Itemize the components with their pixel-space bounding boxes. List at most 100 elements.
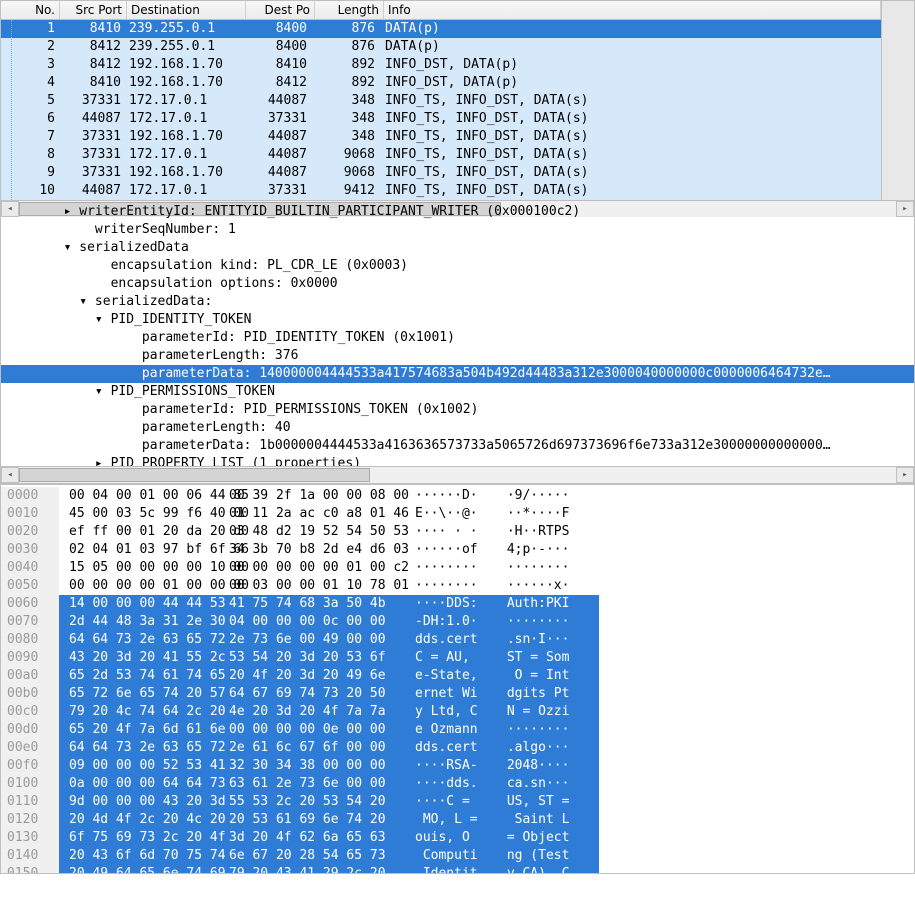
hex-row[interactable]: 009043 20 3d 20 41 55 2c 2053 54 20 3d 2… <box>1 649 599 667</box>
tree-item[interactable]: ▾ PID_IDENTITY_TOKEN <box>1 311 914 329</box>
hex-row[interactable]: 00f009 00 00 00 52 53 41 2d32 30 34 38 0… <box>1 757 599 775</box>
packet-details-pane: ▸ writerEntityId: ENTITYID_BUILTIN_PARTI… <box>0 200 915 484</box>
tree-item[interactable]: encapsulation options: 0x0000 <box>1 275 914 293</box>
tree-item[interactable]: writerSeqNumber: 1 <box>1 221 914 239</box>
packet-details-tree[interactable]: ▸ writerEntityId: ENTITYID_BUILTIN_PARTI… <box>1 201 914 473</box>
packet-row[interactable]: 18410239.255.0.18400876DATA(p) <box>1 20 881 38</box>
col-info[interactable]: Info <box>384 1 881 19</box>
col-number[interactable]: No. <box>1 1 60 19</box>
col-dest-port[interactable]: Dest Po <box>246 1 315 19</box>
hex-row[interactable]: 00e064 64 73 2e 63 65 72 742e 61 6c 67 6… <box>1 739 599 757</box>
hex-ascii: e-State, <box>391 667 495 685</box>
hex-ascii: dds.cert <box>391 631 495 649</box>
packet-row[interactable]: 737331192.168.1.7044087348INFO_TS, INFO_… <box>1 128 881 146</box>
packet-row[interactable]: 537331172.17.0.144087348INFO_TS, INFO_DS… <box>1 92 881 110</box>
col-destination[interactable]: Destination <box>127 1 246 19</box>
hex-row[interactable]: 00702d 44 48 3a 31 2e 30 0004 00 00 00 0… <box>1 613 599 631</box>
hex-row[interactable]: 001045 00 03 5c 99 f6 40 0001 11 2a ac c… <box>1 505 599 523</box>
hex-offset: 00f0 <box>1 757 59 775</box>
hex-offset: 00e0 <box>1 739 59 757</box>
hex-row[interactable]: 00a065 2d 53 74 61 74 65 2c20 4f 20 3d 2… <box>1 667 599 685</box>
hex-row[interactable]: 003002 04 01 03 97 bf 6f 6634 3b 70 b8 2… <box>1 541 599 559</box>
packet-row[interactable]: 38412192.168.1.708410892INFO_DST, DATA(p… <box>1 56 881 74</box>
scroll-left-icon[interactable]: ◂ <box>1 467 19 483</box>
tree-item[interactable]: parameterLength: 40 <box>1 419 914 437</box>
hex-row[interactable]: 00c079 20 4c 74 64 2c 20 434e 20 3d 20 4… <box>1 703 599 721</box>
hex-bytes: 53 54 20 3d 20 53 6f 6d <box>225 649 391 667</box>
hex-row[interactable]: 014020 43 6f 6d 70 75 74 696e 67 20 28 5… <box>1 847 599 865</box>
hex-bytes: 9d 00 00 00 43 20 3d 20 <box>59 793 225 811</box>
hex-offset: 00c0 <box>1 703 59 721</box>
tree-item[interactable]: ▾ PID_PERMISSIONS_TOKEN <box>1 383 914 401</box>
packet-row[interactable]: 644087172.17.0.137331348INFO_TS, INFO_DS… <box>1 110 881 128</box>
packet-list-pane: No. Src Port Destination Dest Po Length … <box>0 0 915 200</box>
tree-item[interactable]: parameterData: 140000004444533a417574683… <box>1 365 914 383</box>
hex-row[interactable]: 0020ef ff 00 01 20 da 20 d003 48 d2 19 5… <box>1 523 599 541</box>
hex-offset: 0150 <box>1 865 59 874</box>
packet-list[interactable]: No. Src Port Destination Dest Po Length … <box>1 1 881 200</box>
hex-bytes: 65 72 6e 65 74 20 57 69 <box>59 685 225 703</box>
hex-bytes: 55 53 2c 20 53 54 20 3d <box>225 793 391 811</box>
hex-ascii: ····dds. <box>391 775 495 793</box>
tree-item[interactable]: parameterId: PID_IDENTITY_TOKEN (0x1001) <box>1 329 914 347</box>
hex-bytes: 2e 73 6e 00 49 00 00 00 <box>225 631 391 649</box>
packet-row[interactable]: 937331192.168.1.70440879068INFO_TS, INFO… <box>1 164 881 182</box>
hex-row[interactable]: 00d065 20 4f 7a 6d 61 6e 6e00 00 00 00 0… <box>1 721 599 739</box>
hex-row[interactable]: 01000a 00 00 00 64 64 73 2e63 61 2e 73 6… <box>1 775 599 793</box>
hex-bytes: 0a 00 00 00 64 64 73 2e <box>59 775 225 793</box>
hex-ascii: .algo··· <box>495 739 599 757</box>
col-length[interactable]: Length <box>315 1 384 19</box>
hex-row[interactable]: 00b065 72 6e 65 74 20 57 6964 67 69 74 7… <box>1 685 599 703</box>
hex-row[interactable]: 01109d 00 00 00 43 20 3d 2055 53 2c 20 5… <box>1 793 599 811</box>
details-hscroll[interactable]: ◂ ▸ <box>1 466 914 483</box>
col-src-port[interactable]: Src Port <box>60 1 127 19</box>
packet-list-body[interactable]: 18410239.255.0.18400876DATA(p)28412239.2… <box>1 20 881 200</box>
hex-offset: 0040 <box>1 559 59 577</box>
packet-list-vscroll[interactable] <box>881 1 914 200</box>
packet-row[interactable]: 1044087172.17.0.1373319412INFO_TS, INFO_… <box>1 182 881 200</box>
hex-row[interactable]: 000000 04 00 01 00 06 44 8500 39 2f 1a 0… <box>1 487 599 505</box>
hex-row[interactable]: 006014 00 00 00 44 44 53 3a41 75 74 68 3… <box>1 595 599 613</box>
tree-item[interactable]: encapsulation kind: PL_CDR_LE (0x0003) <box>1 257 914 275</box>
tree-item[interactable]: parameterData: 1b0000004444533a416363657… <box>1 437 914 455</box>
hex-row[interactable]: 005000 00 00 00 01 00 00 0000 03 00 00 0… <box>1 577 599 595</box>
hex-ascii: E··\··@· <box>391 505 495 523</box>
hex-offset: 0000 <box>1 487 59 505</box>
hex-row[interactable]: 01306f 75 69 73 2c 20 4f 203d 20 4f 62 6… <box>1 829 599 847</box>
hex-bytes: 43 20 3d 20 41 55 2c 20 <box>59 649 225 667</box>
hex-row[interactable]: 004015 05 00 00 00 00 10 0000 00 00 00 0… <box>1 559 599 577</box>
packet-list-header[interactable]: No. Src Port Destination Dest Po Length … <box>1 1 881 20</box>
hex-bytes: 14 00 00 00 44 44 53 3a <box>59 595 225 613</box>
hex-bytes: 79 20 43 41 29 2c 20 43 <box>225 865 391 874</box>
scroll-thumb[interactable] <box>19 468 370 482</box>
hex-ascii: Saint L <box>495 811 599 829</box>
packet-row[interactable]: 28412239.255.0.18400876DATA(p) <box>1 38 881 56</box>
hex-bytes: 3d 20 4f 62 6a 65 63 74 <box>225 829 391 847</box>
hex-offset: 0090 <box>1 649 59 667</box>
hex-offset: 0060 <box>1 595 59 613</box>
packet-row[interactable]: 48410192.168.1.708412892INFO_DST, DATA(p… <box>1 74 881 92</box>
hex-bytes: 6e 67 20 28 54 65 73 74 <box>225 847 391 865</box>
hex-offset: 0050 <box>1 577 59 595</box>
scroll-track[interactable] <box>19 468 896 482</box>
hex-ascii: MO, L = <box>391 811 495 829</box>
hex-ascii: 2048···· <box>495 757 599 775</box>
hex-bytes: 64 64 73 2e 63 65 72 74 <box>59 739 225 757</box>
tree-item[interactable]: parameterId: PID_PERMISSIONS_TOKEN (0x10… <box>1 401 914 419</box>
packet-row[interactable]: 837331172.17.0.1440879068INFO_TS, INFO_D… <box>1 146 881 164</box>
hex-row[interactable]: 015020 49 64 65 6e 74 69 7479 20 43 41 2… <box>1 865 599 874</box>
hex-row[interactable]: 012020 4d 4f 2c 20 4c 20 3d20 53 61 69 6… <box>1 811 599 829</box>
tree-item[interactable]: ▾ serializedData <box>1 239 914 257</box>
hex-ascii: y Ltd, C <box>391 703 495 721</box>
scroll-right-icon[interactable]: ▸ <box>896 467 914 483</box>
hex-ascii: e Ozmann <box>391 721 495 739</box>
hex-ascii: C = AU, <box>391 649 495 667</box>
tree-item[interactable]: parameterLength: 376 <box>1 347 914 365</box>
packet-bytes[interactable]: 000000 04 00 01 00 06 44 8500 39 2f 1a 0… <box>1 485 599 873</box>
tree-item[interactable]: ▸ writerEntityId: ENTITYID_BUILTIN_PARTI… <box>1 203 914 221</box>
hex-ascii: ouis, O <box>391 829 495 847</box>
tree-item[interactable]: ▾ serializedData: <box>1 293 914 311</box>
hex-row[interactable]: 008064 64 73 2e 63 65 72 742e 73 6e 00 4… <box>1 631 599 649</box>
hex-ascii: ····RSA- <box>391 757 495 775</box>
hex-ascii: ········ <box>495 559 599 577</box>
